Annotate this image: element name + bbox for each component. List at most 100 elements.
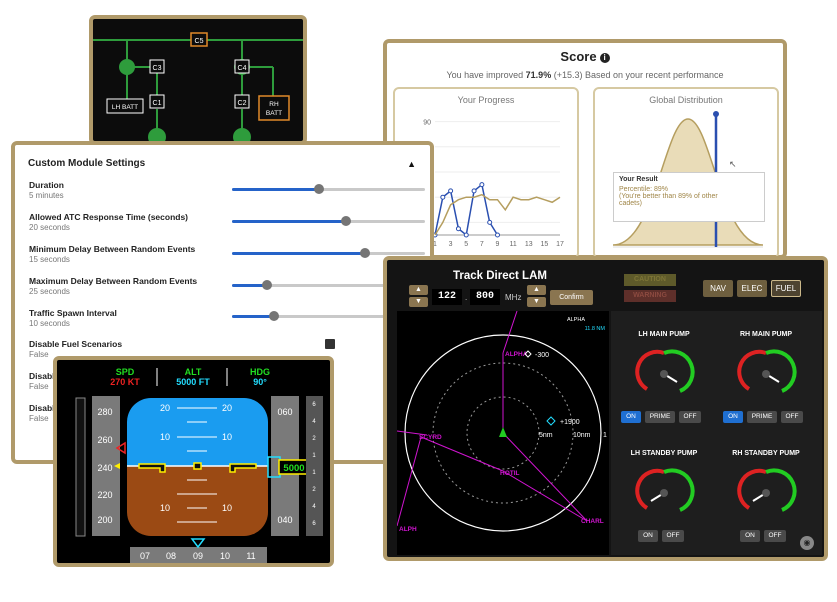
- setting-value-min-delay: 15 seconds: [29, 255, 70, 264]
- setting-label-max-delay: Maximum Delay Between Random Events: [29, 276, 198, 286]
- fuel-scenarios-checkbox[interactable]: [325, 339, 335, 349]
- min-delay-slider[interactable]: [232, 248, 425, 258]
- lh-main-on-button[interactable]: ON: [621, 411, 641, 423]
- slider-thumb[interactable]: [313, 184, 324, 194]
- series-point: [448, 188, 454, 194]
- result-tooltip: Your Result Percentile: 89% (You're bett…: [613, 172, 765, 222]
- electrical-schematic-panel: C5 C3 C4 C1 C2 LH BATT RH BATT: [89, 15, 307, 146]
- altitude-readout: 5000: [283, 463, 304, 474]
- range-label-outer: 10nm: [573, 432, 591, 439]
- setting-value-atc: 20 seconds: [29, 223, 70, 232]
- lh-main-prime-button[interactable]: PRIME: [645, 411, 675, 423]
- track-direct-panel: Track Direct LAM ▲ ▼ 122 . 800 MHz ▲ ▼ C…: [383, 256, 828, 561]
- fuel-system-button[interactable]: FUEL: [771, 280, 801, 297]
- range-label-inner: 5nm: [539, 432, 553, 439]
- alt-value: 5000 FT: [176, 377, 210, 387]
- x-tick-label: 7: [480, 241, 484, 248]
- y-tick-label: 90: [423, 120, 431, 127]
- lh-batt-label: LH BATT: [112, 104, 138, 111]
- rh-standby-off-button[interactable]: OFF: [764, 530, 786, 542]
- rh-main-gauge: [737, 349, 797, 393]
- waypoint-alph[interactable]: ALPH: [399, 526, 417, 533]
- setting-value-disable-b: False: [29, 414, 49, 423]
- traffic2-icon[interactable]: [546, 416, 556, 426]
- lh-standby-on-button[interactable]: ON: [638, 530, 658, 542]
- waypoint-info: ALPHA: [567, 317, 585, 323]
- info-icon[interactable]: i: [599, 53, 610, 63]
- setting-value-disable-a: False: [29, 382, 49, 391]
- speed-tick: 260: [97, 435, 112, 445]
- rh-main-prime-button[interactable]: PRIME: [747, 411, 777, 423]
- distribution-card: Global Distribution Your Result Percenti…: [593, 87, 779, 259]
- camera-icon[interactable]: ◉: [800, 536, 814, 550]
- confirm-button[interactable]: Confirm: [550, 290, 593, 305]
- x-tick-label: 9: [496, 241, 500, 248]
- radar-svg: ALPHA 11.8 NM ALPHA -300 SCYRD HOTIL CHA…: [396, 310, 607, 533]
- nav-system-button[interactable]: NAV: [703, 280, 733, 297]
- electrical-diagram: C5 C3 C4 C1 C2 LH BATT RH BATT: [93, 32, 303, 146]
- heading-tick: 08: [166, 551, 176, 561]
- setting-value-traffic: 10 seconds: [29, 319, 70, 328]
- pfd-svg: SPD 270 KT ALT 5000 FT HDG 90° 280 260 2…: [75, 367, 323, 563]
- duration-slider[interactable]: [232, 184, 425, 194]
- elec-system-button[interactable]: ELEC: [737, 280, 767, 297]
- series-point: [487, 219, 493, 225]
- series-point: [495, 232, 500, 238]
- freq-decimal-field[interactable]: 800: [470, 289, 500, 305]
- primary-flight-display: SPD 270 KT ALT 5000 FT HDG 90° 280 260 2…: [53, 356, 334, 567]
- freq-whole-field[interactable]: 122: [432, 289, 462, 305]
- heading-bug-icon: [190, 538, 206, 549]
- speed-tick: 200: [97, 515, 112, 525]
- rh-main-off-button[interactable]: OFF: [781, 411, 803, 423]
- score-title: Score i: [387, 49, 783, 64]
- x-tick-label: 15: [540, 241, 548, 248]
- slider-thumb[interactable]: [261, 280, 272, 290]
- contactor-c1: C1: [153, 100, 162, 107]
- freq-whole-up-button[interactable]: ▲: [409, 285, 428, 295]
- setting-label-min-delay: Minimum Delay Between Random Events: [29, 244, 196, 254]
- waypoint-scyrd[interactable]: SCYRD: [419, 434, 442, 441]
- atc-response-slider[interactable]: [232, 216, 425, 226]
- score-subtitle: You have improved 71.9% (+15.3) Based on…: [446, 70, 724, 80]
- freq-decimal-up-button[interactable]: ▲: [527, 285, 546, 295]
- contactor-c5: C5: [195, 38, 204, 45]
- rh-standby-gauge: [737, 468, 797, 512]
- x-tick-label: 13: [525, 241, 533, 248]
- slider-thumb[interactable]: [269, 311, 280, 321]
- tooltip-heading: Your Result: [619, 176, 658, 183]
- heading-tick: 11: [246, 551, 255, 561]
- settings-title: Custom Module Settings: [28, 158, 146, 169]
- setting-label-atc: Allowed ATC Response Time (seconds): [29, 212, 189, 222]
- waypoint-alpha[interactable]: ALPHA: [505, 351, 528, 358]
- pitch-label: 10: [160, 503, 170, 513]
- rh-main-on-button[interactable]: ON: [723, 411, 743, 423]
- waypoint-charl[interactable]: CHARL: [581, 518, 604, 525]
- lh-standby-off-button[interactable]: OFF: [662, 530, 684, 542]
- series-point: [440, 194, 446, 200]
- series-point: [479, 182, 485, 188]
- alt-tick: 060: [277, 407, 292, 417]
- rh-batt-label-2: BATT: [266, 110, 282, 117]
- setting-value-fuel: False: [29, 350, 49, 359]
- speed-tick: 220: [97, 490, 112, 500]
- pitch-label: 10: [222, 432, 232, 442]
- alt-tick: 040: [277, 515, 292, 525]
- pump-gauges: [635, 349, 797, 512]
- hdg-label: HDG: [250, 367, 270, 377]
- slider-thumb[interactable]: [340, 216, 351, 226]
- freq-decimal-down-button[interactable]: ▼: [527, 297, 546, 307]
- waypoint-hotil[interactable]: HOTIL: [500, 470, 520, 477]
- freq-whole-down-button[interactable]: ▼: [409, 297, 428, 307]
- caution-annunciator: CAUTION: [624, 274, 676, 286]
- pitch-label: 20: [222, 403, 232, 413]
- slider-thumb[interactable]: [360, 248, 371, 258]
- waypoint-distance: 11.8 NM: [585, 326, 606, 332]
- rh-standby-on-button[interactable]: ON: [740, 530, 760, 542]
- lh-standby-gauge: [635, 468, 695, 512]
- lh-main-off-button[interactable]: OFF: [679, 411, 701, 423]
- series-point: [455, 226, 461, 232]
- collapse-caret-icon[interactable]: ▲: [407, 159, 416, 169]
- setting-label-duration: Duration: [29, 180, 64, 190]
- pitch-label: 10: [222, 503, 232, 513]
- speed-tick: 280: [97, 407, 112, 417]
